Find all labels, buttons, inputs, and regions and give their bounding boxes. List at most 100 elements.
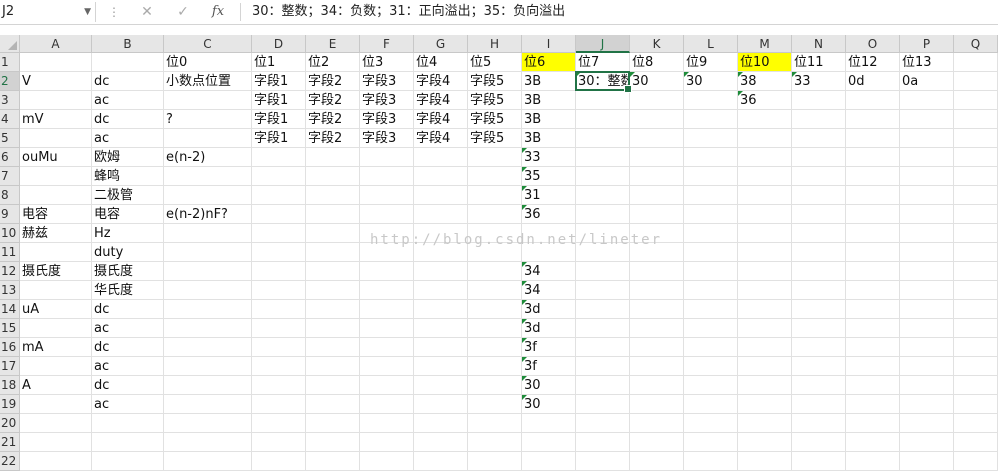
cell-d5[interactable]: 字段1 xyxy=(252,129,306,148)
row-header-13[interactable]: 13 xyxy=(0,281,20,300)
cell-q13[interactable] xyxy=(954,281,998,300)
cell-o10[interactable] xyxy=(846,224,900,243)
cell-a2[interactable]: V xyxy=(20,72,92,91)
cell-n2[interactable]: 33 xyxy=(792,72,846,91)
cell-e1[interactable]: 位2 xyxy=(306,53,360,72)
row-header-22[interactable]: 22 xyxy=(0,452,20,471)
cell-o1[interactable]: 位12 xyxy=(846,53,900,72)
cell-o18[interactable] xyxy=(846,376,900,395)
cell-d3[interactable]: 字段1 xyxy=(252,91,306,110)
cell-f14[interactable] xyxy=(360,300,414,319)
cell-m20[interactable] xyxy=(738,414,792,433)
cell-f8[interactable] xyxy=(360,186,414,205)
cell-o9[interactable] xyxy=(846,205,900,224)
cell-p4[interactable] xyxy=(900,110,954,129)
cell-o16[interactable] xyxy=(846,338,900,357)
cell-e21[interactable] xyxy=(306,433,360,452)
cell-e18[interactable] xyxy=(306,376,360,395)
cell-q15[interactable] xyxy=(954,319,998,338)
cell-f9[interactable] xyxy=(360,205,414,224)
cell-m10[interactable] xyxy=(738,224,792,243)
cell-g17[interactable] xyxy=(414,357,468,376)
row-header-17[interactable]: 17 xyxy=(0,357,20,376)
cell-d2[interactable]: 字段1 xyxy=(252,72,306,91)
cell-q8[interactable] xyxy=(954,186,998,205)
cell-g3[interactable]: 字段4 xyxy=(414,91,468,110)
cell-f18[interactable] xyxy=(360,376,414,395)
cell-c5[interactable] xyxy=(164,129,252,148)
cell-e8[interactable] xyxy=(306,186,360,205)
cell-k14[interactable] xyxy=(630,300,684,319)
cell-p21[interactable] xyxy=(900,433,954,452)
cell-i20[interactable] xyxy=(522,414,576,433)
cell-b6[interactable]: 欧姆 xyxy=(92,148,164,167)
cell-p15[interactable] xyxy=(900,319,954,338)
cell-e3[interactable]: 字段2 xyxy=(306,91,360,110)
cell-p9[interactable] xyxy=(900,205,954,224)
row-header-5[interactable]: 5 xyxy=(0,129,20,148)
cell-l16[interactable] xyxy=(684,338,738,357)
cell-m7[interactable] xyxy=(738,167,792,186)
cell-d12[interactable] xyxy=(252,262,306,281)
cell-h17[interactable] xyxy=(468,357,522,376)
cell-o3[interactable] xyxy=(846,91,900,110)
cell-l22[interactable] xyxy=(684,452,738,471)
cell-a12[interactable]: 摄氏度 xyxy=(20,262,92,281)
cell-a14[interactable]: uA xyxy=(20,300,92,319)
cell-n18[interactable] xyxy=(792,376,846,395)
cell-c9[interactable]: e(n-2)nF? xyxy=(164,205,252,224)
cell-f15[interactable] xyxy=(360,319,414,338)
cell-a19[interactable] xyxy=(20,395,92,414)
cell-i18[interactable]: 30 xyxy=(522,376,576,395)
cell-k2[interactable]: 30 xyxy=(630,72,684,91)
cell-n19[interactable] xyxy=(792,395,846,414)
cell-n14[interactable] xyxy=(792,300,846,319)
cell-p3[interactable] xyxy=(900,91,954,110)
cell-h1[interactable]: 位5 xyxy=(468,53,522,72)
row-header-8[interactable]: 8 xyxy=(0,186,20,205)
cell-m18[interactable] xyxy=(738,376,792,395)
cell-b15[interactable]: ac xyxy=(92,319,164,338)
cell-o4[interactable] xyxy=(846,110,900,129)
cell-l12[interactable] xyxy=(684,262,738,281)
cell-h5[interactable]: 字段5 xyxy=(468,129,522,148)
cell-k22[interactable] xyxy=(630,452,684,471)
cell-g20[interactable] xyxy=(414,414,468,433)
cell-m12[interactable] xyxy=(738,262,792,281)
cell-o6[interactable] xyxy=(846,148,900,167)
row-header-20[interactable]: 20 xyxy=(0,414,20,433)
cell-n17[interactable] xyxy=(792,357,846,376)
row-header-19[interactable]: 19 xyxy=(0,395,20,414)
enter-icon[interactable]: ✓ xyxy=(173,2,193,22)
cell-b9[interactable]: 电容 xyxy=(92,205,164,224)
cell-n8[interactable] xyxy=(792,186,846,205)
row-header-15[interactable]: 15 xyxy=(0,319,20,338)
cell-k1[interactable]: 位8 xyxy=(630,53,684,72)
cell-q20[interactable] xyxy=(954,414,998,433)
cell-n22[interactable] xyxy=(792,452,846,471)
cell-i3[interactable]: 3B xyxy=(522,91,576,110)
cell-n7[interactable] xyxy=(792,167,846,186)
cell-e17[interactable] xyxy=(306,357,360,376)
cell-e15[interactable] xyxy=(306,319,360,338)
cell-n13[interactable] xyxy=(792,281,846,300)
cell-f20[interactable] xyxy=(360,414,414,433)
cell-p18[interactable] xyxy=(900,376,954,395)
row-header-4[interactable]: 4 xyxy=(0,110,20,129)
row-header-18[interactable]: 18 xyxy=(0,376,20,395)
cell-b14[interactable]: dc xyxy=(92,300,164,319)
cell-k20[interactable] xyxy=(630,414,684,433)
cell-g12[interactable] xyxy=(414,262,468,281)
cell-p11[interactable] xyxy=(900,243,954,262)
cell-l21[interactable] xyxy=(684,433,738,452)
cell-b18[interactable]: dc xyxy=(92,376,164,395)
cell-i9[interactable]: 36 xyxy=(522,205,576,224)
cell-p6[interactable] xyxy=(900,148,954,167)
cell-j16[interactable] xyxy=(576,338,630,357)
cell-e22[interactable] xyxy=(306,452,360,471)
cell-b19[interactable]: ac xyxy=(92,395,164,414)
cell-n4[interactable] xyxy=(792,110,846,129)
cell-c13[interactable] xyxy=(164,281,252,300)
cell-l15[interactable] xyxy=(684,319,738,338)
cell-h16[interactable] xyxy=(468,338,522,357)
